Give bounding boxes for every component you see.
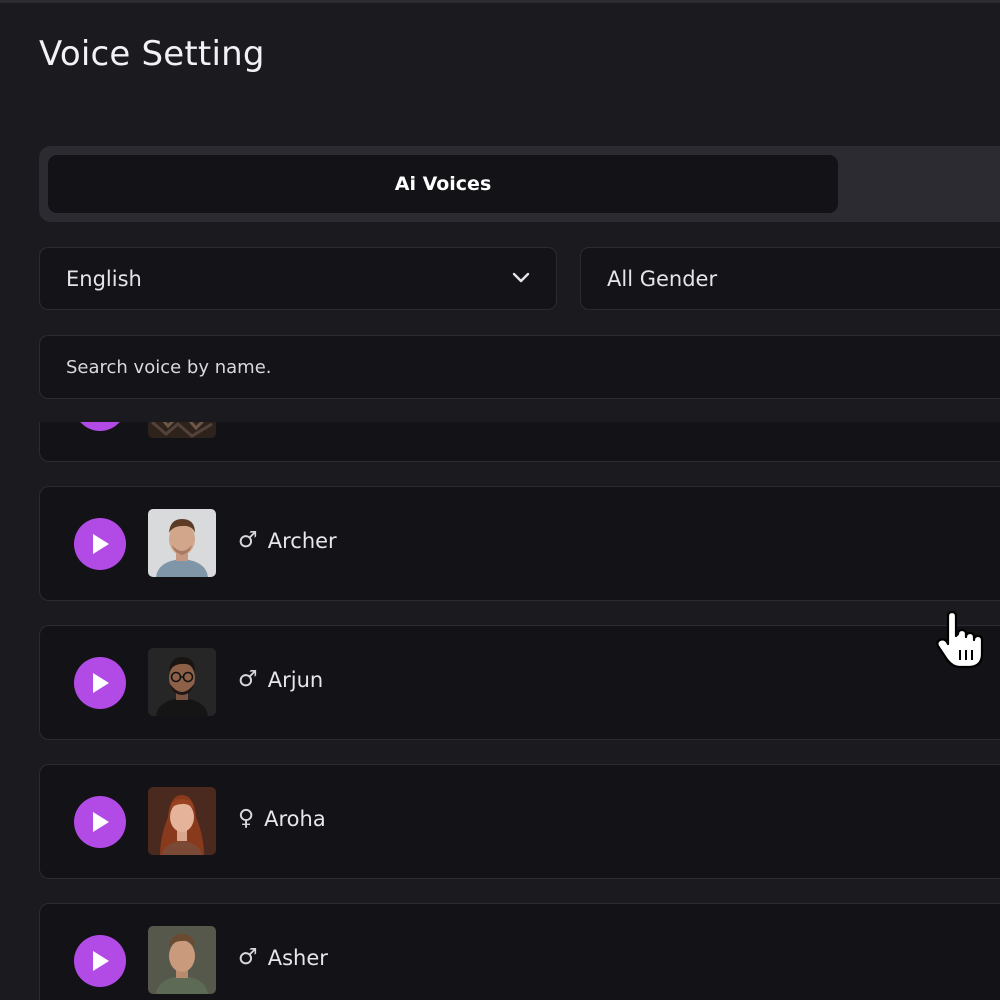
voice-list[interactable]: ♂ Archer ♂ Arjun ♀ Aroha ♂ Asher — [0, 422, 1000, 1000]
play-icon — [93, 812, 109, 832]
language-select[interactable]: English — [39, 247, 557, 310]
search-placeholder: Search voice by name. — [66, 356, 272, 378]
avatar — [148, 422, 216, 438]
search-input[interactable]: Search voice by name. — [39, 335, 1000, 399]
voice-card-aroha[interactable]: ♀ Aroha — [39, 764, 1000, 879]
voice-name: Archer — [267, 528, 337, 553]
voice-label: ♂ Arjun — [238, 667, 323, 692]
page-title: Voice Setting — [39, 34, 265, 74]
female-icon: ♀ — [238, 806, 255, 831]
voice-card-asher[interactable]: ♂ Asher — [39, 903, 1000, 1000]
play-button[interactable] — [74, 518, 126, 570]
voice-label: ♂ Asher — [238, 945, 328, 970]
avatar — [148, 787, 216, 855]
play-button[interactable] — [74, 935, 126, 987]
voice-name: Arjun — [267, 667, 324, 692]
male-icon: ♂ — [238, 528, 258, 553]
play-button[interactable] — [74, 796, 126, 848]
tab-ai-voices[interactable]: Ai Voices — [48, 155, 838, 213]
chevron-down-icon — [512, 272, 530, 283]
avatar — [148, 648, 216, 716]
gender-select-value: All Gender — [607, 266, 718, 291]
avatar — [148, 926, 216, 994]
voice-name: Asher — [267, 945, 328, 970]
play-icon — [93, 534, 109, 554]
play-icon — [93, 951, 109, 971]
language-select-value: English — [66, 266, 142, 291]
voice-label: ♂ Archer — [238, 528, 337, 553]
voice-name: Aroha — [264, 806, 326, 831]
voice-label: ♀ Aroha — [238, 806, 326, 831]
voice-card-arjun[interactable]: ♂ Arjun — [39, 625, 1000, 740]
gender-select[interactable]: All Gender — [580, 247, 1000, 310]
hand-pointer-cursor-icon — [936, 610, 984, 669]
play-button[interactable] — [74, 422, 126, 431]
voice-card[interactable] — [39, 422, 1000, 462]
male-icon: ♂ — [238, 945, 258, 970]
play-icon — [93, 673, 109, 693]
top-border — [0, 0, 1000, 3]
voice-tab-bar: Ai Voices — [39, 146, 1000, 222]
avatar — [148, 509, 216, 577]
male-icon: ♂ — [238, 667, 258, 692]
voice-card-archer[interactable]: ♂ Archer — [39, 486, 1000, 601]
play-button[interactable] — [74, 657, 126, 709]
